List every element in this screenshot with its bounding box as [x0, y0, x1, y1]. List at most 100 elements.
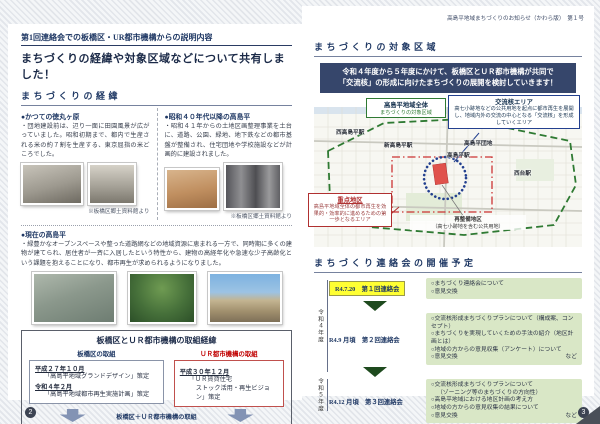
flow-col-itabashi: 板橋区の取組 平成２７年１０月 「高島平地域グランドデザイン」策定 令和４年２月… — [29, 349, 164, 407]
present-photos — [21, 272, 292, 324]
flow-columns: 板橋区の取組 平成２７年１０月 「高島平地域グランドデザイン」策定 令和４年２月… — [29, 349, 284, 407]
whole-area-sub: まちづくりの対象区域 — [369, 109, 443, 116]
page-number-left: 2 — [25, 407, 36, 418]
banner-line-2: 「交流核」の形成に向けたまちづくりの展開を検討していきます！ — [322, 78, 574, 89]
row3-label-cell: R4.12 月頃 第３回連絡会 — [329, 397, 421, 406]
fy4-label: 令和４年度 — [316, 309, 325, 343]
row2-label: R4.9 月頃 第２回連絡会 — [329, 335, 400, 344]
history-col-tokumaru: ●かつての徳丸ヶ原 ・団地建設前は、辺り一面に田園風景が広がっていました。昭和初… — [21, 108, 157, 220]
whole-area-title: 高島平地域全体 — [369, 100, 443, 109]
row1-label-cell: R4.7.20 第１回連絡会 — [329, 281, 421, 296]
joint-label: 板橋区＋ＵＲ都市機構の取組 — [116, 412, 196, 422]
schedule-row-2: R4.9 月頃 第２回連絡会 ○交流核形成まちづくりプランについて（構成案、コン… — [329, 313, 582, 365]
fy5-line — [327, 379, 328, 411]
fy5-segment: 令和５年度 — [316, 377, 328, 413]
schedule-arrow-2 — [329, 367, 582, 377]
fy5-label: 令和５年度 — [316, 378, 325, 412]
schedule-row-1: R4.7.20 第１回連絡会 ○まちづくり連絡会について ○意見交換 — [329, 278, 582, 299]
agenda-etc: など — [565, 354, 577, 362]
tokumaru-photos — [21, 163, 150, 205]
section-heading-area: まちづくりの対象区域 — [314, 40, 582, 57]
present-body: ・緑豊かなオープンスペースや整った道路網などの地域資源に恵まれる一方で、同時期に… — [21, 240, 292, 268]
juten-title: 重点地区 — [312, 195, 388, 204]
station-shin-takashimadaira: 新高島平駅 — [384, 140, 412, 149]
photo-old-river — [88, 163, 136, 205]
agenda-item: ○まちづくりを実現していくための手法の紹介（地区計画とは） — [431, 331, 577, 346]
photo-construction — [224, 163, 282, 210]
present-heading: ●現在の高島平 — [21, 229, 292, 239]
page-right: 高島平地域まちづくりのお知らせ（かわら版） 第１号 まちづくりの対象区域 令和４… — [302, 6, 594, 396]
page-right-content: 高島平地域まちづくりのお知らせ（かわら版） 第１号 まちづくりの対象区域 令和４… — [302, 6, 594, 396]
itabashi-desc-1: 「高島平地域グランドデザイン」策定 — [35, 373, 158, 382]
label-takashimadaira-danchi: 高島平団地 — [464, 138, 492, 147]
ur-date: 平成３０年１２月 — [180, 367, 278, 376]
section-heading-history: まちづくりの経緯 — [21, 89, 292, 106]
down-arrow-icon — [227, 409, 253, 422]
banner-line-1: 令和４年度から５年度にかけて、板橋区とＵＲ都市機構が共同で — [322, 67, 574, 78]
itabashi-desc-2: 「高島平地域都市再生実施計画」策定 — [35, 391, 158, 400]
fiscal-year-rail: 令和４年度 令和５年度 — [314, 278, 329, 424]
juten-desc: 高島平地域全体の都市再生を効果的・効率的に進めるための第一歩となるエリア — [312, 204, 388, 224]
itabashi-date-2: 令和４年２月 — [35, 382, 158, 391]
fy4-segment: 令和４年度 — [316, 278, 328, 374]
ur-label: ＵＲ都市機構の取組 — [174, 349, 284, 358]
ur-desc-2: ストック活用・再生ビジョン」策定 — [180, 385, 278, 403]
photo-fountain — [208, 272, 282, 324]
flow-title: 板橋区とＵＲ都市機構の取組経緯 — [29, 335, 284, 346]
article-kicker: 第1回連絡会での板橋区・UR都市機構からの説明内容 — [21, 32, 292, 46]
station-takashimadaira: 高島平駅 — [447, 150, 470, 159]
down-arrow-icon — [60, 409, 86, 422]
photo-aerial-sepia — [165, 168, 219, 210]
area-banner: 令和４年度から５年度にかけて、板橋区とＵＲ都市機構が共同で 「交流核」の形成に向… — [320, 63, 576, 93]
photo-aerial-city — [32, 272, 116, 324]
agenda-item: ○交流核形成まちづくりプランについて（構成案、コンセプト） — [431, 316, 577, 331]
agenda-last-line: ○意見交換 など — [431, 354, 577, 362]
showa40-caption: ※板橋区郷土資料館より — [165, 212, 293, 220]
agenda-item: ○意見交換 — [431, 413, 458, 421]
agenda-item: ○意見交換 — [431, 289, 577, 297]
schedule-arrow-1 — [329, 301, 582, 311]
saiseibi-line-1: 再整備地区 — [410, 215, 526, 223]
station-nishidai: 西台駅 — [514, 168, 531, 177]
map-label-juten: 重点地区 高島平地域全体の都市再生を効果的・効率的に進めるための第一歩となるエリ… — [308, 193, 392, 227]
row1-label: R4.7.20 第１回連絡会 — [329, 281, 405, 296]
page-left-content: 第1回連絡会での板橋区・UR都市機構からの説明内容 まちづくりの経緯や対象区域な… — [8, 24, 302, 424]
history-col-showa40: ●昭和４０年代以降の高島平 ・昭和４１年からの土地区画整理事業を土台に、道路、公… — [157, 108, 293, 220]
koryu-title: 交流核エリア — [452, 97, 576, 106]
area-map: 高島平地域全体 まちづくりの対象区域 交流核エリア 高七小跡地などの公共用地を起… — [314, 107, 582, 247]
schedule-row-3: R4.12 月頃 第３回連絡会 ○交流核形成まちづくりプランについて （ゾーニン… — [329, 379, 582, 423]
row3-label: R4.12 月頃 第３回連絡会 — [329, 397, 403, 406]
agenda-etc: など — [565, 413, 577, 421]
ur-box: 平成３０年１２月 「ＵＲ賃貸住宅 ストック活用・再生ビジョン」策定 — [174, 360, 284, 407]
dotted-divider — [21, 225, 292, 226]
agenda-item: ○まちづくり連絡会について — [431, 281, 577, 289]
schedule: 令和４年度 令和５年度 R4.7.20 第１回連絡会 ○まちづく — [314, 278, 582, 424]
map-label-saiseibi: 再整備地区 （高七小跡地を含む公共用地） — [410, 215, 526, 230]
article-title: まちづくりの経緯や対象区域などについて共有しました！ — [21, 50, 292, 82]
schedule-rows: R4.7.20 第１回連絡会 ○まちづくり連絡会について ○意見交換 R4.9 … — [329, 278, 582, 424]
fy4-line — [327, 280, 328, 372]
row3-agenda: ○交流核形成まちづくりプランについて （ゾーニング等のまちづくりの方向性） ○高… — [426, 379, 582, 423]
row2-label-cell: R4.9 月頃 第２回連絡会 — [329, 335, 421, 344]
photo-park-trees — [128, 272, 196, 324]
agenda-item: ○交流核形成まちづくりプランについて — [431, 382, 577, 390]
agenda-last-line: ○意見交換 など — [431, 413, 577, 421]
showa40-body: ・昭和４１年からの土地区画整理事業を土台に、道路、公園、緑地、地下鉄などの都市基… — [165, 122, 293, 159]
initiatives-flow-box: 板橋区とＵＲ都市機構の取組経緯 板橋区の取組 平成２７年１０月 「高島平地域グラ… — [21, 330, 292, 424]
newsletter-spread: 第1回連絡会での板橋区・UR都市機構からの説明内容 まちづくりの経緯や対象区域な… — [0, 0, 600, 424]
showa40-heading: ●昭和４０年代以降の高島平 — [165, 111, 293, 121]
tokumaru-body: ・団地建設前は、辺り一面に田園風景が広がっていました。昭和初期まで、都内で生産さ… — [21, 122, 150, 159]
down-triangle-icon — [363, 367, 387, 377]
row2-agenda: ○交流核形成まちづくりプランについて（構成案、コンセプト） ○まちづくりを実現し… — [426, 313, 582, 365]
itabashi-date-1: 平成２７年１０月 — [35, 364, 158, 373]
koryu-desc: 高七小跡地などの公共用地を起点に都市再生を展開し、地域内外の交流の中心となる「交… — [452, 106, 576, 127]
itabashi-box: 平成２７年１０月 「高島平地域グランドデザイン」策定 令和４年２月 「高島平地域… — [29, 360, 164, 404]
ur-desc-1: 「ＵＲ賃貸住宅 — [180, 376, 278, 385]
down-triangle-icon — [363, 301, 387, 311]
agenda-item: ○高島平地域における地区計画の考え方 — [431, 397, 577, 405]
itabashi-label: 板橋区の取組 — [29, 349, 164, 358]
map-label-whole-area: 高島平地域全体 まちづくりの対象区域 — [366, 98, 446, 118]
agenda-item: ○地域の方からの意見収集の結果について — [431, 405, 577, 413]
station-nishi-takashimadaira: 西高島平駅 — [336, 127, 364, 136]
section-heading-schedule: まちづくり連絡会の開催予定 — [314, 256, 582, 273]
